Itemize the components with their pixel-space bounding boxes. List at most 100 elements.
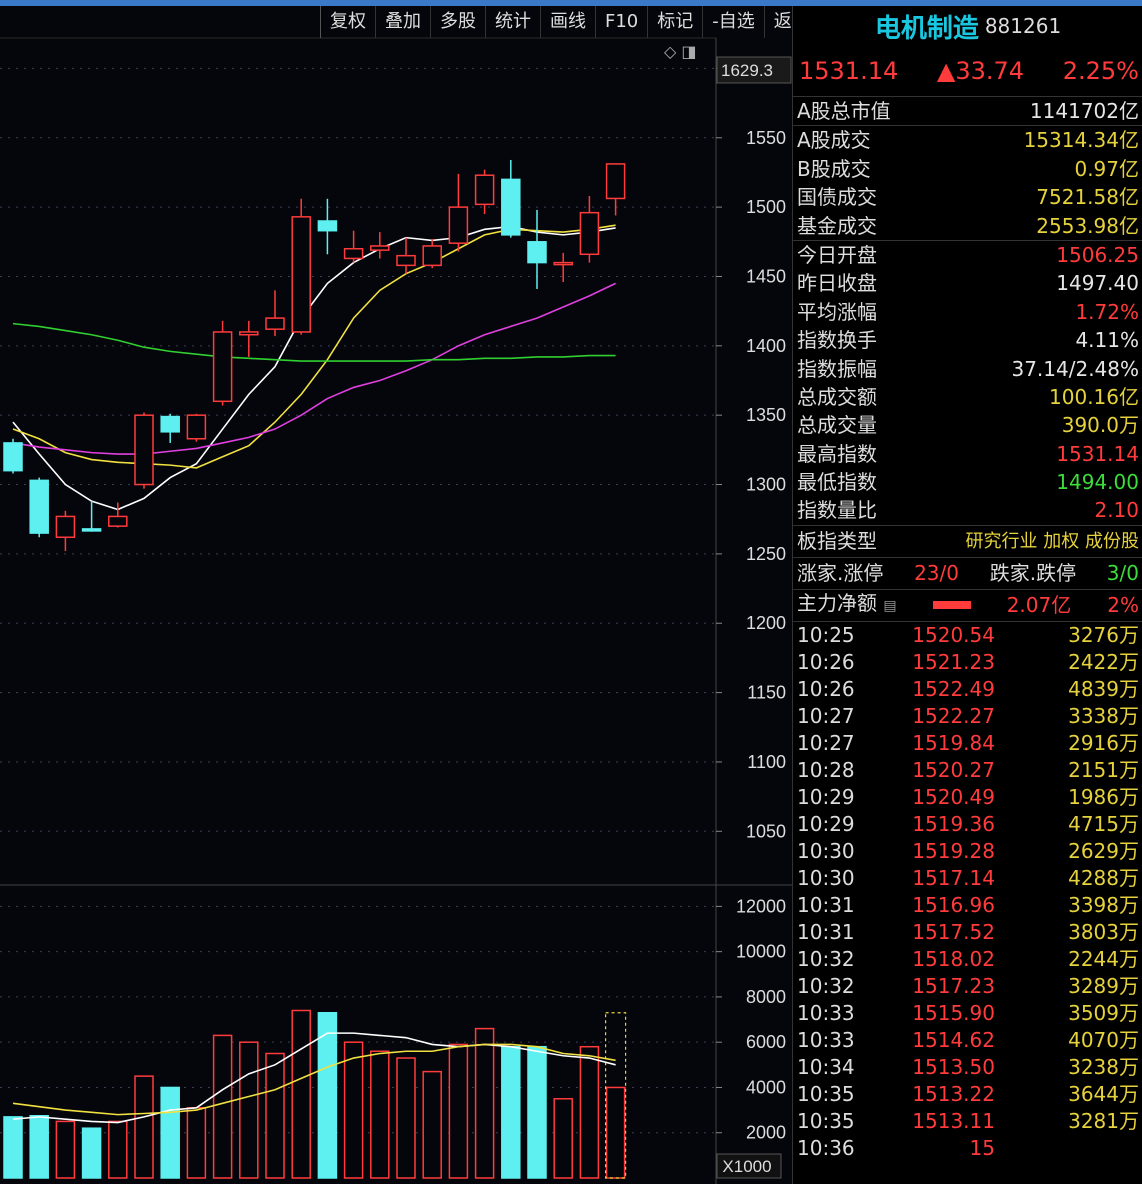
candle-body — [212, 331, 233, 403]
candle-body — [239, 331, 259, 336]
stats-value: 1.72% — [1075, 299, 1139, 324]
tick-price: 1519.36 — [912, 811, 995, 836]
volume-bar — [448, 1043, 469, 1179]
ma-line — [12, 282, 616, 455]
multi-stock-button[interactable]: 多股 — [430, 6, 485, 38]
board-type-value: 研究行业 加权 成份股 — [965, 530, 1139, 552]
kline-chart-svg[interactable]: 1600155015001450140013501300125012001150… — [0, 6, 792, 1184]
volume-bar — [527, 1045, 547, 1179]
market-cap-value: 1141702亿 — [1029, 99, 1139, 123]
tick-volume: 3803万 — [1068, 919, 1139, 944]
down-count-value: 3/0 — [1106, 560, 1139, 585]
volume-bar — [265, 1052, 285, 1179]
main-flow-amount: 2.07亿 — [1006, 592, 1072, 617]
draw-line-button[interactable]: 画线 — [540, 6, 595, 38]
price-tick-label: 1450 — [746, 266, 786, 286]
stats-value: 1531.14 — [1056, 441, 1139, 466]
tick-volume: 3509万 — [1068, 1000, 1139, 1025]
tick-price: 1513.50 — [912, 1054, 995, 1079]
tick-volume: 3281万 — [1068, 1108, 1139, 1133]
price-tick-label: 1050 — [746, 821, 786, 841]
volume-bar — [81, 1127, 102, 1179]
tick-row: 10:31 1517.52 3803万 — [793, 919, 1142, 946]
candle-body — [501, 178, 521, 236]
quote-panel: 电机制造 881261 1531.14 ▲33.74 2.25% A股总市值 1… — [792, 6, 1142, 1184]
volume-ma-line — [12, 1032, 616, 1124]
stats-value: 2.10 — [1094, 498, 1139, 523]
market-value: 0.97亿 — [1074, 156, 1139, 181]
tick-time: 10:36 — [797, 1135, 855, 1160]
candle-body — [605, 163, 626, 200]
stats-label: 平均涨幅 — [797, 299, 877, 324]
ma-line — [12, 224, 616, 469]
overlay-button[interactable]: 叠加 — [375, 6, 430, 38]
top-price-label: 1629.3 — [721, 61, 773, 80]
last-price: 1531.14 — [799, 57, 899, 85]
tick-volume: 2629万 — [1068, 838, 1139, 863]
tick-row: 10:31 1516.96 3398万 — [793, 892, 1142, 919]
volume-tick-label: 12000 — [736, 896, 786, 916]
candle-body — [81, 528, 102, 532]
candle-body — [422, 245, 442, 267]
board-type-row: 板指类型 研究行业 加权 成份股 — [793, 526, 1142, 557]
tick-list[interactable]: 10:25 1520.54 3276万 10:26 1521.23 2422万 10:26 1… — [793, 622, 1142, 1162]
volume-bar — [29, 1115, 49, 1179]
tick-volume — [995, 1135, 1139, 1162]
tick-row: 10:25 1520.54 3276万 — [793, 622, 1142, 649]
volume-tick-label: 8000 — [746, 987, 786, 1007]
tick-volume: 4715万 — [1068, 811, 1139, 836]
tick-row: 10:34 1513.50 3238万 — [793, 1054, 1142, 1081]
candle-body — [134, 414, 154, 486]
tick-price: 1513.11 — [912, 1108, 995, 1133]
candle-body — [317, 220, 338, 232]
tick-row: 10:30 1519.28 2629万 — [793, 838, 1142, 865]
tick-price: 15 — [969, 1135, 995, 1160]
volume-bar — [553, 1098, 573, 1179]
price-tick-label: 1200 — [746, 613, 786, 633]
market-row: A股成交 15314.34亿 — [793, 126, 1142, 154]
market-row: 国债成交 7521.58亿 — [793, 183, 1142, 211]
candle-body — [553, 261, 573, 266]
volume-bar — [343, 1041, 364, 1179]
tick-time: 10:29 — [797, 811, 855, 836]
f10-button[interactable]: F10 — [595, 6, 647, 38]
tick-row: 10:33 1514.62 4070万 — [793, 1027, 1142, 1054]
list-icon[interactable]: ▤ — [883, 598, 896, 614]
stats-value: 4.11% — [1075, 328, 1139, 353]
tick-volume: 1986万 — [1068, 784, 1139, 809]
tick-volume: 3398万 — [1068, 892, 1139, 917]
stats-row: 最低指数 1494.00 — [793, 468, 1142, 496]
tick-time: 10:33 — [797, 1027, 855, 1052]
kline-chart-area[interactable]: 1600155015001450140013501300125012001150… — [0, 6, 792, 1184]
tick-time: 10:32 — [797, 946, 855, 971]
volume-bar — [422, 1070, 442, 1179]
stats-row: 指数量比 2.10 — [793, 496, 1142, 524]
mark-button[interactable]: 标记 — [647, 6, 702, 38]
price-tick-label: 1100 — [747, 752, 786, 772]
candle-body — [579, 211, 600, 256]
tick-time: 10:27 — [797, 703, 855, 728]
tick-row: 10:26 1522.49 4839万 — [793, 676, 1142, 703]
restore-rights-button[interactable]: 复权 — [320, 6, 375, 38]
market-row: 基金成交 2553.98亿 — [793, 212, 1142, 240]
tick-time: 10:35 — [797, 1081, 855, 1106]
tick-row: 10:35 1513.11 3281万 — [793, 1108, 1142, 1135]
tick-time: 10:32 — [797, 973, 855, 998]
tick-price: 1515.90 — [912, 1000, 995, 1025]
tick-time: 10:26 — [797, 649, 855, 674]
tick-time: 10:31 — [797, 919, 855, 944]
index-name: 电机制造 — [874, 13, 979, 44]
draw-tools-icon[interactable]: ◇ ◨ — [664, 42, 697, 61]
candle-body — [291, 216, 311, 333]
tick-volume: 3289万 — [1068, 973, 1139, 998]
candle-body — [396, 254, 416, 267]
remove-watchlist-button[interactable]: -自选 — [702, 6, 764, 38]
tick-volume: 4288万 — [1068, 865, 1139, 890]
tick-row: 10:36 15 — [793, 1135, 1142, 1162]
market-label: 国债成交 — [797, 185, 877, 210]
main-flow-row[interactable]: 主力净额 ▤ 2.07亿 2% — [793, 590, 1142, 621]
statistics-button[interactable]: 统计 — [485, 6, 540, 38]
volume-bar — [370, 1050, 390, 1179]
stats-value: 390.0万 — [1061, 413, 1139, 438]
tick-price: 1517.23 — [912, 973, 995, 998]
